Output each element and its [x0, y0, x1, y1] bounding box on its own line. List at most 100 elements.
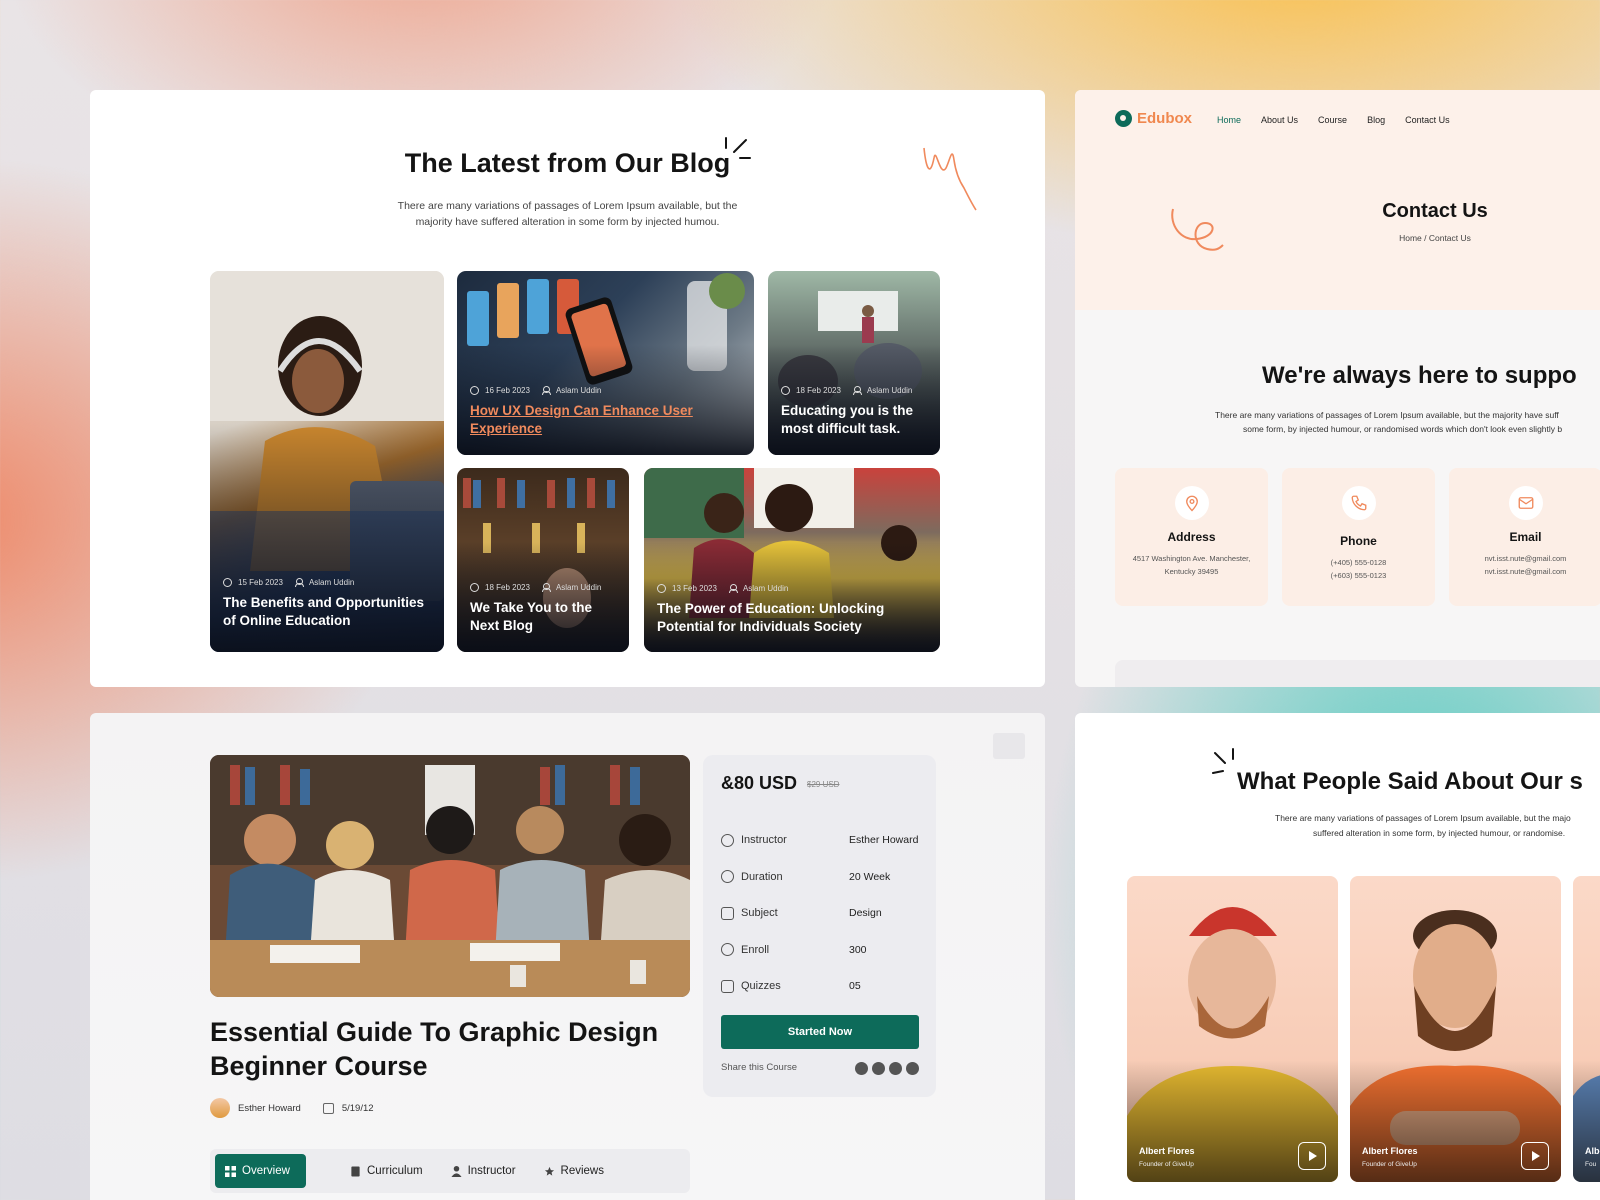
course-date: 5/19/12 — [341, 1102, 374, 1114]
card-meta: 18 Feb 2023 Aslam Uddin — [781, 386, 912, 395]
blog-panel: The Latest from Our Blog There are many … — [90, 90, 1045, 687]
tab-reviews[interactable]: Reviews — [530, 1154, 618, 1188]
star-icon — [544, 1166, 554, 1176]
blog-card-3[interactable]: 18 Feb 2023 Aslam Uddin We Take You to t… — [457, 468, 629, 652]
card-title[interactable]: We Take You to the Next Blog — [470, 599, 619, 635]
mail-icon — [1508, 486, 1543, 520]
email-card: Email nvt.isst.nute@gmail.com nvt.isst.n… — [1449, 468, 1600, 606]
detail-row-enroll: Enroll 300 — [721, 932, 919, 969]
testimonial-card-0[interactable]: Albert Flores Founder of GiveUp — [1127, 876, 1338, 1182]
user-icon — [728, 584, 738, 593]
nav-contact[interactable]: Contact Us — [1405, 115, 1450, 125]
card-author: Aslam Uddin — [555, 386, 602, 395]
card-author: Aslam Uddin — [555, 583, 602, 592]
card-gradient — [768, 344, 940, 455]
user-icon — [294, 578, 304, 587]
card-meta: 13 Feb 2023 Aslam Uddin — [657, 584, 788, 593]
address-card: Address 4517 Washington Ave. Manchester,… — [1115, 468, 1268, 606]
blog-card-1[interactable]: 16 Feb 2023 Aslam Uddin How UX Design Ca… — [457, 271, 754, 455]
scribble-doodle — [923, 147, 977, 211]
card-author: Aslam Uddin — [742, 584, 789, 593]
testimonial-card-2[interactable]: Albe Fou — [1573, 876, 1600, 1182]
course-details: Instructor Esther Howard Duration 20 Wee… — [721, 822, 919, 1005]
course-panel: Essential Guide To Graphic Design Beginn… — [90, 713, 1045, 1200]
form-section-top — [1115, 660, 1600, 687]
card-date: 13 Feb 2023 — [672, 584, 717, 593]
blog-card-0[interactable]: 15 Feb 2023 Aslam Uddin The Benefits and… — [210, 271, 444, 652]
user-icon — [541, 583, 551, 592]
card-meta: 16 Feb 2023 Aslam Uddin — [470, 386, 601, 395]
tab-overview[interactable]: Overview — [215, 1154, 306, 1188]
tab-instructor[interactable]: Instructor — [437, 1154, 530, 1188]
user-icon — [721, 833, 734, 847]
tab-label: Curriculum — [367, 1165, 423, 1177]
tab-curriculum[interactable]: Curriculum — [336, 1154, 437, 1188]
clock-icon — [470, 386, 479, 395]
nav-blog[interactable]: Blog — [1367, 115, 1385, 125]
card-date: 18 Feb 2023 — [796, 386, 841, 395]
card-date: 16 Feb 2023 — [485, 386, 530, 395]
youtube-icon[interactable] — [872, 1062, 885, 1075]
play-icon[interactable] — [1298, 1142, 1326, 1170]
user-icon — [852, 386, 862, 395]
detail-value: Esther Howard — [849, 834, 919, 847]
card-title[interactable]: The Power of Education: Unlocking Potent… — [657, 600, 930, 636]
card-title[interactable]: The Benefits and Opportunities of Online… — [223, 594, 434, 630]
author-name[interactable]: Esther Howard — [238, 1103, 301, 1114]
users-icon — [721, 943, 734, 957]
email-label: Email — [1509, 530, 1542, 544]
course-title: Essential Guide To Graphic Design Beginn… — [210, 1017, 659, 1081]
course-price: &80 USD — [721, 773, 798, 793]
course-sidebar: &80 USD $29 USD Instructor Esther Howard… — [703, 755, 936, 1097]
card-meta: 18 Feb 2023 Aslam Uddin — [470, 583, 601, 592]
detail-row-duration: Duration 20 Week — [721, 859, 919, 896]
card-date: 18 Feb 2023 — [485, 583, 530, 592]
testimonial-card-1[interactable]: Albert Flores Founder of GiveUp — [1350, 876, 1561, 1182]
linkedin-icon[interactable] — [889, 1062, 902, 1075]
contact-panel: Edubox Home About Us Course Blog Contact… — [1075, 90, 1600, 687]
nav-about[interactable]: About Us — [1261, 115, 1298, 125]
card-meta: 15 Feb 2023 Aslam Uddin — [223, 578, 354, 587]
start-now-button[interactable]: Started Now — [721, 1015, 919, 1049]
phone-icon — [1341, 486, 1376, 520]
card-date: 15 Feb 2023 — [238, 578, 283, 587]
detail-value: 300 — [849, 943, 867, 956]
card-title[interactable]: How UX Design Can Enhance User Experienc… — [470, 402, 744, 438]
person-name: Albe — [1585, 1146, 1600, 1156]
share-label: Share this Course — [721, 1062, 798, 1073]
play-icon[interactable] — [1521, 1142, 1549, 1170]
breadcrumb: Home / Contact Us — [1399, 233, 1471, 243]
detail-row-instructor: Instructor Esther Howard — [721, 822, 919, 859]
swirl-doodle — [1171, 208, 1224, 251]
user-icon — [541, 386, 551, 395]
card-author: Aslam Uddin — [308, 578, 355, 587]
card-title[interactable]: Educating you is the most difficult task… — [781, 402, 930, 438]
address-value: 4517 Washington Ave. Manchester, Kentuck… — [1132, 554, 1251, 576]
detail-label: Quizzes — [741, 980, 781, 993]
blog-card-4[interactable]: 13 Feb 2023 Aslam Uddin The Power of Edu… — [644, 468, 940, 652]
detail-value: Design — [849, 907, 882, 920]
blog-card-2[interactable]: 18 Feb 2023 Aslam Uddin Educating you is… — [768, 271, 940, 455]
avatar — [210, 1098, 230, 1118]
course-byline: Esther Howard 5/19/12 — [210, 1098, 374, 1118]
tab-label: Instructor — [467, 1165, 516, 1177]
nav-home[interactable]: Home — [1217, 115, 1241, 125]
facebook-icon[interactable] — [855, 1062, 868, 1075]
monitor-icon — [721, 979, 734, 993]
clock-icon — [223, 578, 232, 587]
course-tabs: Overview Curriculum Instructor Reviews — [210, 1149, 690, 1193]
twitter-icon[interactable] — [906, 1062, 919, 1075]
card-gradient — [457, 344, 754, 455]
document-icon — [351, 1165, 360, 1177]
logo[interactable]: Edubox — [1115, 110, 1192, 127]
students-studying-illustration — [210, 755, 690, 997]
support-heading: We're always here to suppo — [1262, 362, 1577, 389]
phone-label: Phone — [1340, 534, 1377, 548]
course-old-price: $29 USD — [807, 780, 840, 789]
email-value[interactable]: nvt.isst.nute@gmail.com nvt.isst.nute@gm… — [1449, 552, 1600, 578]
calendar-icon — [322, 1102, 334, 1114]
detail-row-quizzes: Quizzes 05 — [721, 968, 919, 1005]
card-author: Aslam Uddin — [866, 386, 913, 395]
nav-course[interactable]: Course — [1318, 115, 1347, 125]
testimonials-text-line: There are many variations of passages of… — [1275, 813, 1571, 823]
